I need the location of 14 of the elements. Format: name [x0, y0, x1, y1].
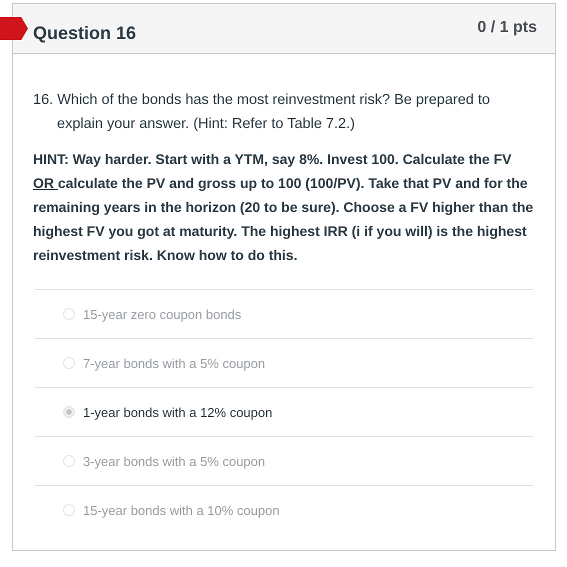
hint-paragraph: HINT: Way harder. Start with a YTM, say 8%. Invest 100. Calculate the FV OR calculate the PV and gross up to 100 (100/PV). Take that PV and for the remaining years in the horizon (20 to be sure). Choose a FV higher than the highest FV you got at maturity. The highest IRR (i if you will) is the highest reinvestment risk. Know how to do this. — [33, 150, 534, 265]
answer-label: 3-year bonds with a 5% coupon — [83, 454, 266, 468]
radio-button[interactable] — [63, 504, 75, 516]
answer-label: 7-year bonds with a 5% coupon — [83, 356, 266, 370]
answer-label: 1-year bonds with a 12% coupon — [83, 404, 272, 420]
radio-button[interactable] — [63, 308, 75, 320]
question-text: 16. Which of the bonds has the most reinvestment risk? Be prepared to explain your answer. (Hint: Refer to Table 7.2.) — [33, 91, 491, 134]
radio-button[interactable] — [63, 455, 75, 467]
answer-label: 15-year zero coupon bonds — [83, 306, 242, 322]
points-label: 0 / 1 pts — [477, 19, 537, 37]
radio-button[interactable] — [63, 357, 75, 369]
question-title: Question 16 — [33, 23, 136, 44]
radio-button[interactable] — [63, 406, 75, 418]
answer-label: 15-year bonds with a 10% coupon — [83, 502, 280, 518]
